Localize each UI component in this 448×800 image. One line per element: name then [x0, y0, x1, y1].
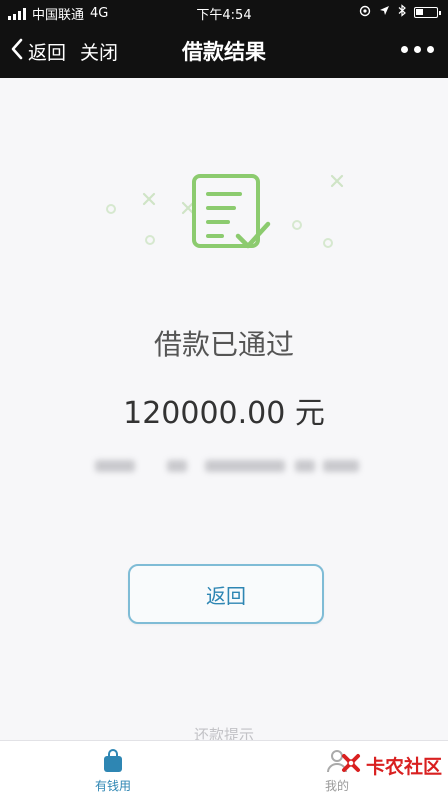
page-title: 借款结果: [182, 40, 266, 64]
location-icon: [379, 5, 390, 19]
bluetooth-icon: [398, 4, 406, 20]
status-bar: 中国联通 4G 下午4:54: [0, 0, 448, 24]
status-right: [359, 4, 441, 20]
close-link[interactable]: 关闭: [80, 38, 118, 65]
tab-loan[interactable]: 有钱用: [63, 749, 163, 794]
nav-bar: 返回 关闭 借款结果: [0, 24, 448, 78]
redacted-details: [95, 456, 385, 476]
result-content: 借款已通过 120000.00 元 返回 还款提示: [0, 78, 448, 744]
more-icon: [401, 46, 434, 53]
result-title: 借款已通过: [153, 328, 294, 361]
watermark: 卡农社区: [340, 752, 442, 779]
tab-loan-label: 有钱用: [94, 779, 131, 793]
rotation-lock-icon: [359, 5, 371, 20]
watermark-logo-icon: [340, 752, 362, 779]
tab-mine-label: 我的: [324, 779, 349, 793]
approved-document-icon: [96, 138, 356, 268]
shopping-bag-icon: [63, 749, 163, 773]
back-label: 返回: [28, 42, 67, 64]
chevron-left-icon: [10, 38, 24, 65]
battery-icon: [414, 6, 441, 18]
more-menu-button[interactable]: [401, 46, 434, 53]
watermark-text: 卡农社区: [365, 756, 442, 778]
return-button[interactable]: 返回: [128, 564, 324, 624]
back-link[interactable]: 返回: [10, 38, 66, 65]
loan-amount: 120000.00 元: [123, 396, 325, 431]
